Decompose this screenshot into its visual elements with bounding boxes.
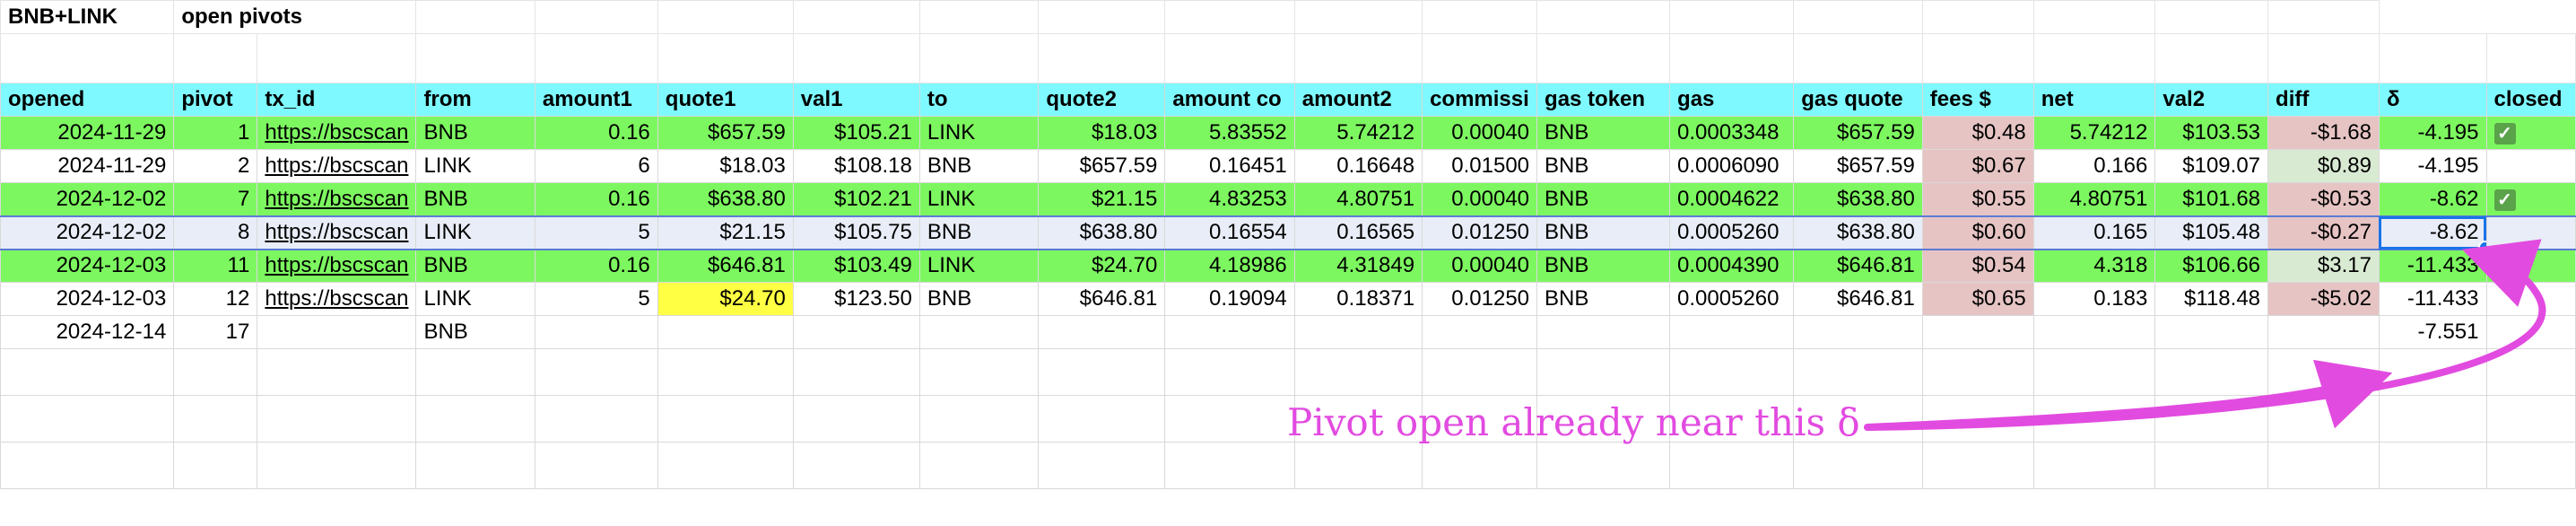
arrow-to-delta-cell bbox=[1864, 239, 2546, 431]
annotation-arrows bbox=[1864, 239, 2546, 431]
annotation-text: Pivot open already near this δ bbox=[1287, 400, 1860, 444]
